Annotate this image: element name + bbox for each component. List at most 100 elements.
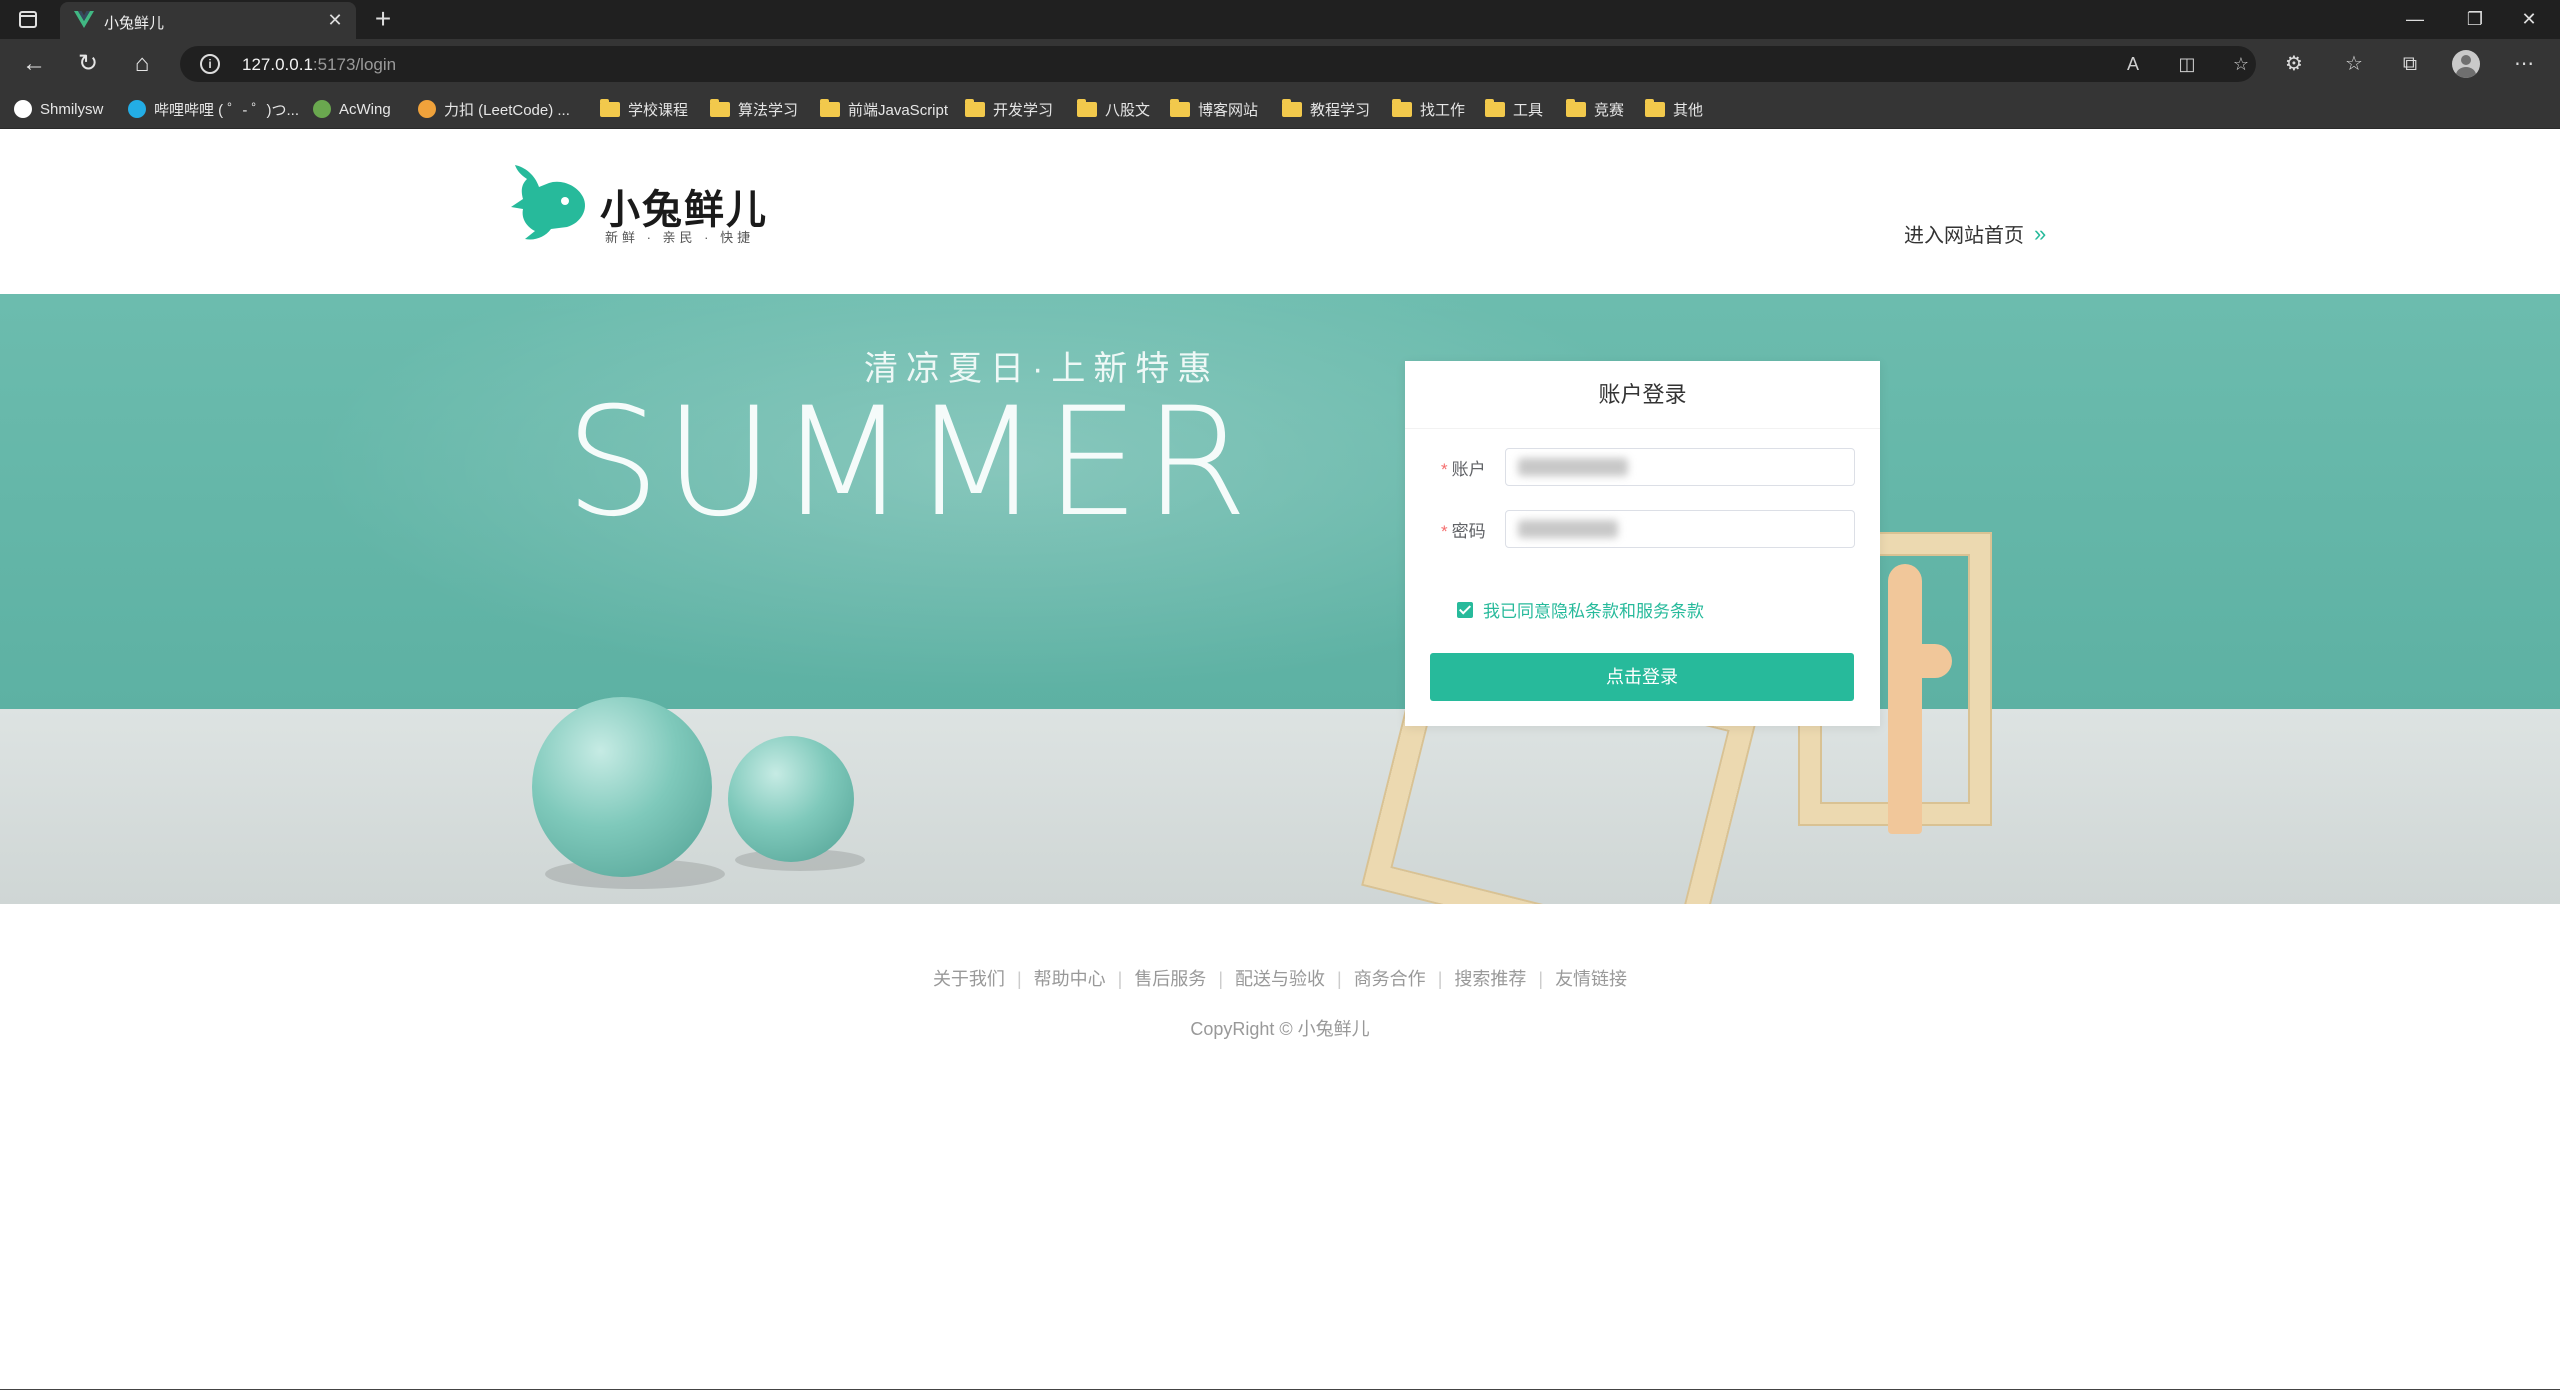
leetcode-icon (418, 100, 436, 118)
rabbit-logo-icon (511, 165, 586, 240)
login-title: 账户登录 (1405, 361, 1880, 429)
agree-terms[interactable]: 我已同意隐私条款和服务条款 (1457, 597, 1704, 622)
enter-homepage-link[interactable]: 进入网站首页 » (1904, 219, 2046, 248)
bookmark-item[interactable]: Shmilysw (14, 89, 103, 129)
extensions-icon[interactable]: ⚙ (2278, 48, 2310, 80)
new-tab-button[interactable]: + (368, 4, 398, 34)
collections-icon[interactable]: ⧉ (2394, 48, 2426, 80)
favorites-icon[interactable]: ☆ (2338, 48, 2370, 80)
bookmark-label: 八股文 (1105, 101, 1151, 119)
tab-actions-icon[interactable] (12, 8, 46, 32)
back-icon[interactable]: ← (18, 48, 50, 80)
enter-homepage-label: 进入网站首页 (1904, 225, 2024, 247)
folder-icon (1170, 98, 1190, 117)
agree-checkbox[interactable] (1457, 601, 1473, 618)
bookmark-item[interactable]: 力扣 (LeetCode) ... (418, 89, 570, 129)
bookmark-label: AcWing (339, 100, 391, 118)
bookmarks-bar: Shmilysw 哔哩哔哩 ( ゜- ゜)つ... AcWing 力扣 (LeetCo… (0, 89, 2560, 129)
bookmark-label: Shmilysw (40, 100, 104, 118)
bookmark-item[interactable]: 博客网站 (1170, 89, 1258, 129)
footer-link[interactable]: 搜索推荐 (1442, 969, 1538, 989)
bookmark-item[interactable]: 教程学习 (1282, 89, 1370, 129)
bookmark-item[interactable]: 找工作 (1392, 89, 1465, 129)
folder-icon (820, 98, 840, 117)
bilibili-icon (128, 100, 146, 118)
address-bar[interactable]: i 127.0.0.1:5173/login A ◫ ☆ (180, 46, 2256, 82)
folder-icon (1077, 98, 1097, 117)
redacted-value (1518, 520, 1618, 538)
bookmark-item[interactable]: AcWing (313, 89, 391, 129)
bookmark-label: 哔哩哔哩 ( ゜- ゜)つ... (154, 101, 299, 119)
bookmark-label: 前端JavaScript (848, 101, 949, 119)
account-label: * 账户 (1441, 460, 1486, 479)
site-logo[interactable]: 小兔鲜儿 新鲜 · 亲民 · 快捷 (505, 157, 775, 257)
browser-tab-bar: 小兔鲜儿 ✕ + — ❐ ✕ (0, 0, 2560, 39)
split-screen-icon[interactable]: ◫ (2174, 51, 2200, 77)
restore-icon[interactable]: ❐ (2444, 0, 2506, 39)
promo-headline: SUMMER (565, 376, 1252, 550)
reload-icon[interactable]: ↻ (72, 48, 104, 80)
bookmark-label: 学校课程 (628, 101, 689, 119)
folder-icon (965, 98, 985, 117)
minimize-icon[interactable]: — (2384, 0, 2446, 39)
account-input[interactable] (1505, 448, 1855, 486)
login-button[interactable]: 点击登录 (1430, 653, 1854, 701)
profile-avatar[interactable] (2452, 50, 2480, 78)
bookmark-item[interactable]: 其他 (1645, 89, 1703, 129)
tab-title: 小兔鲜儿 (104, 15, 165, 32)
address-bar-row: ← ↻ ⌂ i 127.0.0.1:5173/login A ◫ ☆ ⚙ ☆ ⧉… (0, 39, 2560, 89)
window-close-icon[interactable]: ✕ (2498, 0, 2560, 39)
bookmark-label: 算法学习 (738, 101, 799, 119)
url-text[interactable]: 127.0.0.1:5173/login (242, 55, 396, 75)
bookmark-item[interactable]: 八股文 (1077, 89, 1150, 129)
decorative-ball-large (532, 697, 712, 877)
copyright: CopyRight © 小兔鲜儿 (1190, 1019, 1370, 1039)
read-aloud-icon[interactable]: A (2120, 51, 2146, 77)
footer-link[interactable]: 配送与验收 (1223, 969, 1337, 989)
github-icon (14, 100, 32, 118)
more-menu-icon[interactable]: ⋯ (2508, 48, 2540, 80)
favorite-star-icon[interactable]: ☆ (2228, 51, 2254, 77)
password-label: * 密码 (1441, 522, 1486, 541)
footer-link[interactable]: 商务合作 (1342, 969, 1438, 989)
bookmark-label: 其他 (1673, 101, 1704, 119)
folder-icon (1645, 98, 1665, 117)
redacted-value (1518, 458, 1628, 476)
folder-icon (1566, 98, 1586, 117)
bookmark-item[interactable]: 开发学习 (965, 89, 1053, 129)
footer-link[interactable]: 友情链接 (1543, 969, 1639, 989)
bookmark-item[interactable]: 哔哩哔哩 ( ゜- ゜)つ... (128, 89, 299, 129)
vue-logo-icon (74, 11, 94, 29)
decorative-cactus (1888, 564, 1922, 834)
folder-icon (1485, 98, 1505, 117)
bookmark-label: 教程学习 (1310, 101, 1371, 119)
home-icon[interactable]: ⌂ (126, 48, 158, 80)
bookmark-label: 工具 (1513, 101, 1544, 119)
browser-tab[interactable]: 小兔鲜儿 ✕ (60, 2, 356, 39)
folder-icon (600, 98, 620, 117)
folder-icon (1282, 98, 1302, 117)
tab-close-icon[interactable]: ✕ (324, 9, 346, 31)
site-header: 小兔鲜儿 新鲜 · 亲民 · 快捷 进入网站首页 » (0, 129, 2560, 294)
bookmark-item[interactable]: 工具 (1485, 89, 1543, 129)
site-info-icon[interactable]: i (200, 54, 220, 74)
footer-separator: | (1337, 969, 1342, 989)
footer-link[interactable]: 关于我们 (921, 969, 1017, 989)
required-mark: * (1441, 522, 1448, 541)
bookmark-label: 开发学习 (993, 101, 1054, 119)
bookmark-item[interactable]: 学校课程 (600, 89, 688, 129)
footer-links: 关于我们 | 帮助中心 | 售后服务 | 配送与验收 | 商务合作 | 搜索推荐 | 友情链接 (0, 965, 2560, 991)
agree-text[interactable]: 我已同意隐私条款和服务条款 (1483, 597, 1704, 622)
bookmark-label: 博客网站 (1198, 101, 1259, 119)
page-content: 小兔鲜儿 新鲜 · 亲民 · 快捷 进入网站首页 » 清凉夏日·上新特惠 SUM… (0, 129, 2560, 1390)
bookmark-item[interactable]: 前端JavaScript (820, 89, 948, 129)
footer-link[interactable]: 帮助中心 (1022, 969, 1118, 989)
folder-icon (710, 98, 730, 117)
bookmark-item[interactable]: 算法学习 (710, 89, 798, 129)
footer-separator: | (1016, 969, 1022, 989)
bookmark-label: 找工作 (1420, 101, 1466, 119)
required-mark: * (1441, 460, 1448, 479)
bookmark-item[interactable]: 竞赛 (1566, 89, 1624, 129)
password-input[interactable] (1505, 510, 1855, 548)
footer-link[interactable]: 售后服务 (1122, 969, 1218, 989)
